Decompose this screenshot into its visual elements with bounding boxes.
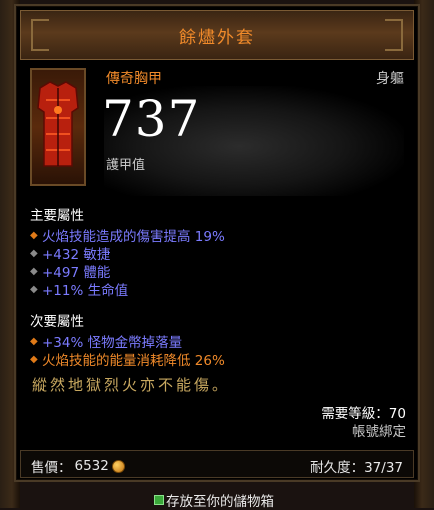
attribute-text: +11% 生命值	[42, 283, 129, 299]
price-label: 售價：	[31, 460, 72, 476]
binding-status: 帳號綁定	[352, 424, 406, 440]
tooltip-footer: 售價： 6532 耐久度：37/37	[20, 450, 414, 478]
secondary-attributes: 次要屬性 ◆ +34% 怪物金幣掉落量 ◆ 火焰技能的能量消耗降低 26%	[30, 310, 225, 369]
item-title-bar: 餘燼外套	[20, 10, 414, 60]
price-value: 6532	[74, 458, 109, 474]
primary-attributes: 主要屬性 ◆ 火焰技能造成的傷害提高 19% ◆ +432 敏捷 ◆ +497 …	[30, 204, 225, 299]
diamond-bullet-icon: ◆	[30, 229, 38, 241]
armor-label: 護甲值	[106, 158, 146, 173]
item-quality: 傳奇胸甲	[106, 71, 162, 87]
stash-hint-text: 存放至你的儲物箱	[166, 494, 274, 510]
primary-attributes-header: 主要屬性	[30, 208, 84, 224]
chest-armor-icon	[37, 81, 79, 167]
item-portrait	[30, 68, 86, 186]
armor-value: 737	[102, 90, 201, 148]
durability: 耐久度：37/37	[310, 460, 403, 476]
diamond-bullet-icon: ◆	[30, 247, 38, 259]
attribute-row: ◆ +497 體能	[30, 262, 225, 281]
required-level: 需要等級：70	[321, 406, 406, 422]
attribute-text: +432 敏捷	[42, 247, 111, 263]
diamond-bullet-icon: ◆	[30, 335, 38, 347]
attribute-row: ◆ 火焰技能造成的傷害提高 19%	[30, 226, 225, 245]
sell-price: 售價： 6532	[31, 456, 125, 476]
attribute-text: +497 體能	[42, 265, 111, 281]
attribute-row: ◆ +34% 怪物金幣掉落量	[30, 332, 225, 351]
diamond-bullet-icon: ◆	[30, 353, 38, 365]
flavor-text: 縱然地獄烈火亦不能傷。	[32, 376, 231, 394]
attribute-text: 火焰技能的能量消耗降低 26%	[42, 353, 225, 369]
stash-hint: 存放至你的儲物箱	[154, 490, 274, 510]
attribute-row: ◆ +432 敏捷	[30, 244, 225, 263]
attribute-text: 火焰技能造成的傷害提高 19%	[42, 229, 225, 245]
secondary-attributes-header: 次要屬性	[30, 314, 84, 330]
item-slot: 身軀	[376, 71, 404, 87]
diamond-bullet-icon: ◆	[30, 265, 38, 277]
item-name: 餘燼外套	[179, 27, 255, 48]
attribute-row: ◆ 火焰技能的能量消耗降低 26%	[30, 350, 225, 369]
diamond-bullet-icon: ◆	[30, 283, 38, 295]
gold-coin-icon	[111, 459, 125, 473]
attribute-row: ◆ +11% 生命值	[30, 280, 225, 299]
attribute-text: +34% 怪物金幣掉落量	[42, 335, 183, 351]
stash-icon	[154, 495, 164, 505]
item-tooltip: 餘燼外套 傳奇胸甲 身軀 737 護甲值 主要屬性 ◆ 火焰技能造成的傷害提高 …	[14, 4, 420, 482]
